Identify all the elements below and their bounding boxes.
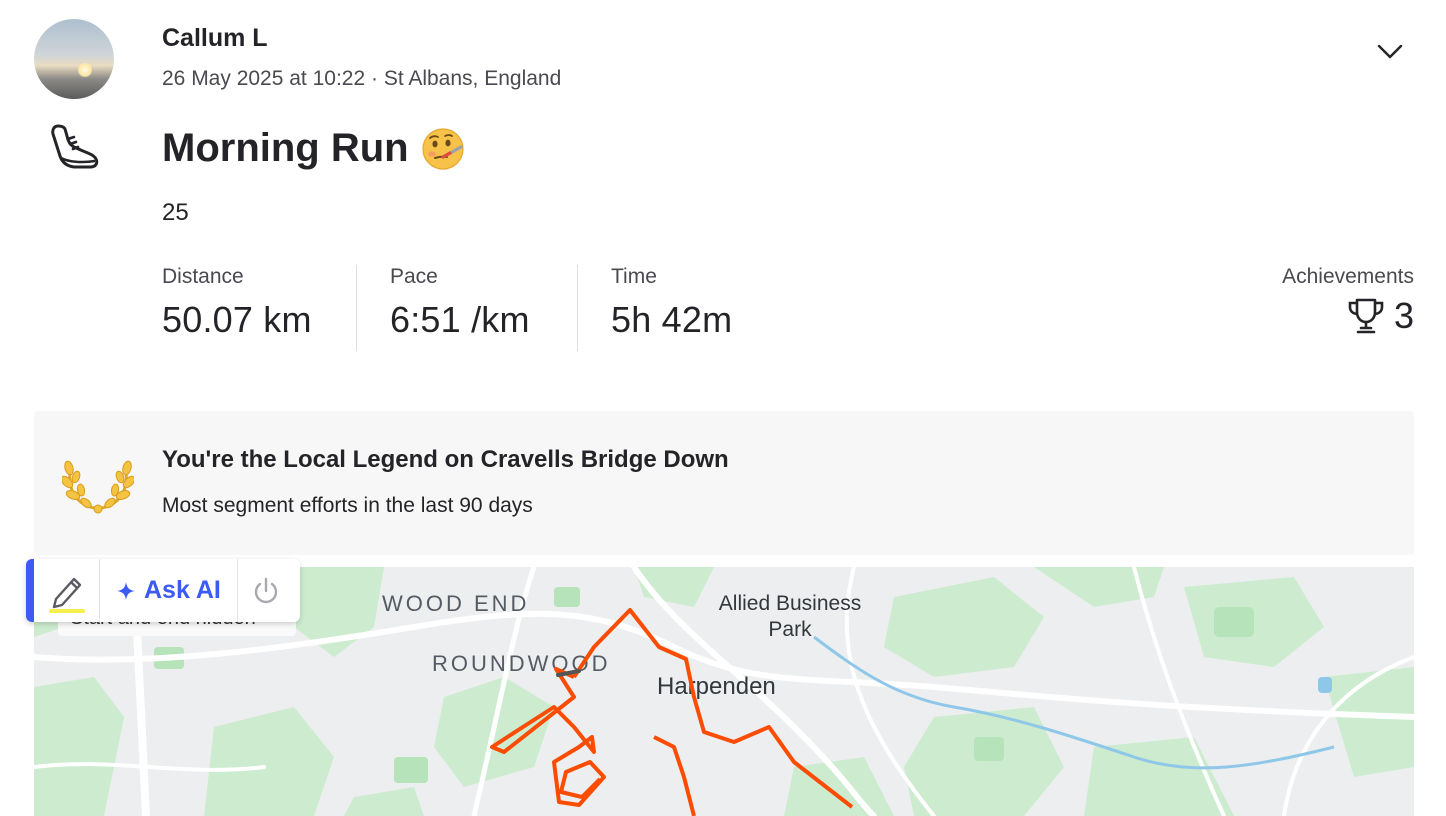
chevron-down-icon[interactable] [1374, 38, 1406, 64]
stat-value: 50.07 km [162, 299, 312, 340]
achievements[interactable]: Achievements 3 [1282, 265, 1414, 337]
activity-title-row: Morning Run [162, 126, 465, 171]
floating-toolbar: Ask AI [26, 559, 300, 622]
activity-date-location: 26 May 2025 at 10:22 · St Albans, Englan… [162, 67, 562, 90]
stat-value: 5h 42m [611, 299, 733, 340]
achievements-label: Achievements [1282, 265, 1414, 288]
toolbar-accent [26, 559, 34, 622]
face-with-thermometer-emoji [422, 127, 464, 170]
stat-distance: Distance 50.07 km [162, 265, 312, 341]
local-legend-subtitle: Most segment efforts in the last 90 days [162, 494, 533, 517]
running-shoe-icon [51, 124, 99, 169]
annotate-button[interactable] [34, 559, 99, 622]
stat-label: Distance [162, 265, 244, 288]
ask-ai-button[interactable]: Ask AI [100, 559, 237, 622]
athlete-avatar[interactable] [34, 19, 114, 99]
stat-divider [356, 265, 357, 351]
stat-label: Time [611, 265, 657, 288]
stat-time: Time 5h 42m [611, 265, 732, 341]
ask-ai-label: Ask AI [144, 576, 221, 604]
pencil-icon [48, 577, 85, 613]
stat-divider [577, 265, 578, 351]
laurel-wreath-icon [62, 460, 134, 514]
power-icon [254, 577, 278, 603]
stat-value: 6:51 /km [390, 299, 530, 340]
trophy-icon [1348, 298, 1384, 334]
stat-label: Pace [390, 265, 438, 288]
achievements-count: 3 [1393, 295, 1414, 336]
stat-pace: Pace 6:51 /km [390, 265, 530, 341]
power-button[interactable] [238, 559, 294, 622]
local-legend-title[interactable]: You're the Local Legend on Cravells Brid… [162, 446, 729, 474]
athlete-name[interactable]: Callum L [162, 24, 268, 53]
local-legend-card[interactable] [34, 411, 1414, 555]
activity-description: 25 [162, 199, 189, 226]
activity-title[interactable]: Morning Run [162, 126, 409, 171]
sparkle-icon [117, 581, 135, 600]
